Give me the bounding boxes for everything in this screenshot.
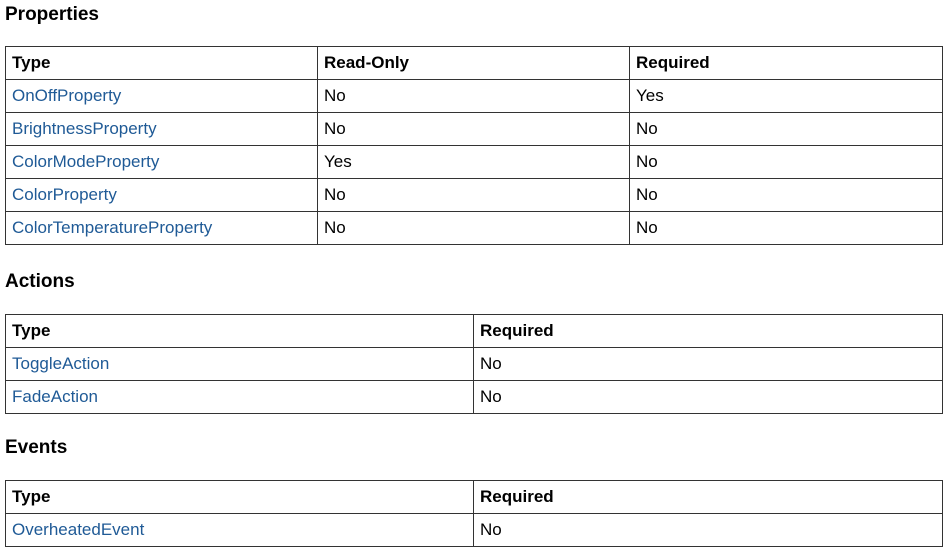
- required-cell: No: [629, 112, 943, 146]
- type-link-brightnessproperty[interactable]: BrightnessProperty: [12, 119, 157, 138]
- table-row: ColorProperty No No: [5, 178, 943, 212]
- type-link-toggleaction[interactable]: ToggleAction: [12, 354, 109, 373]
- column-header-required: Required: [473, 314, 943, 348]
- column-header-required: Required: [473, 480, 943, 514]
- actions-table: Type Required ToggleAction No FadeAction…: [5, 314, 943, 414]
- read-only-cell: No: [317, 178, 630, 212]
- type-cell: ColorModeProperty: [5, 145, 318, 179]
- required-cell: No: [629, 145, 943, 179]
- type-cell: OnOffProperty: [5, 79, 318, 113]
- type-cell: FadeAction: [5, 380, 474, 414]
- required-cell: No: [473, 347, 943, 381]
- table-row: BrightnessProperty No No: [5, 112, 943, 146]
- properties-heading: Properties: [5, 4, 99, 25]
- type-link-colorproperty[interactable]: ColorProperty: [12, 185, 117, 204]
- table-header-row: Type Required: [5, 480, 943, 514]
- required-cell: No: [473, 513, 943, 547]
- events-heading: Events: [5, 437, 68, 458]
- table-row: OverheatedEvent No: [5, 513, 943, 547]
- type-cell: BrightnessProperty: [5, 112, 318, 146]
- type-link-colortemperatureproperty[interactable]: ColorTemperatureProperty: [12, 218, 212, 237]
- properties-table: Type Read-Only Required OnOffProperty No…: [5, 46, 943, 245]
- column-header-type: Type: [5, 314, 474, 348]
- table-header-row: Type Required: [5, 314, 943, 348]
- type-link-colormodeproperty[interactable]: ColorModeProperty: [12, 152, 159, 171]
- type-cell: ToggleAction: [5, 347, 474, 381]
- type-link-overheatedevent[interactable]: OverheatedEvent: [12, 520, 144, 539]
- type-cell: OverheatedEvent: [5, 513, 474, 547]
- type-link-fadeaction[interactable]: FadeAction: [12, 387, 98, 406]
- read-only-cell: No: [317, 112, 630, 146]
- required-cell: No: [473, 380, 943, 414]
- column-header-type: Type: [5, 480, 474, 514]
- table-header-row: Type Read-Only Required: [5, 46, 943, 80]
- table-row: ToggleAction No: [5, 347, 943, 381]
- type-cell: ColorProperty: [5, 178, 318, 212]
- column-header-type: Type: [5, 46, 318, 80]
- column-header-required: Required: [629, 46, 943, 80]
- column-header-read-only: Read-Only: [317, 46, 630, 80]
- actions-heading: Actions: [5, 271, 75, 292]
- table-row: OnOffProperty No Yes: [5, 79, 943, 113]
- required-cell: No: [629, 211, 943, 245]
- table-row: FadeAction No: [5, 380, 943, 414]
- required-cell: Yes: [629, 79, 943, 113]
- table-row: ColorModeProperty Yes No: [5, 145, 943, 179]
- table-row: ColorTemperatureProperty No No: [5, 211, 943, 245]
- type-cell: ColorTemperatureProperty: [5, 211, 318, 245]
- type-link-onoffproperty[interactable]: OnOffProperty: [12, 86, 121, 105]
- required-cell: No: [629, 178, 943, 212]
- read-only-cell: Yes: [317, 145, 630, 179]
- read-only-cell: No: [317, 211, 630, 245]
- read-only-cell: No: [317, 79, 630, 113]
- events-table: Type Required OverheatedEvent No: [5, 480, 943, 547]
